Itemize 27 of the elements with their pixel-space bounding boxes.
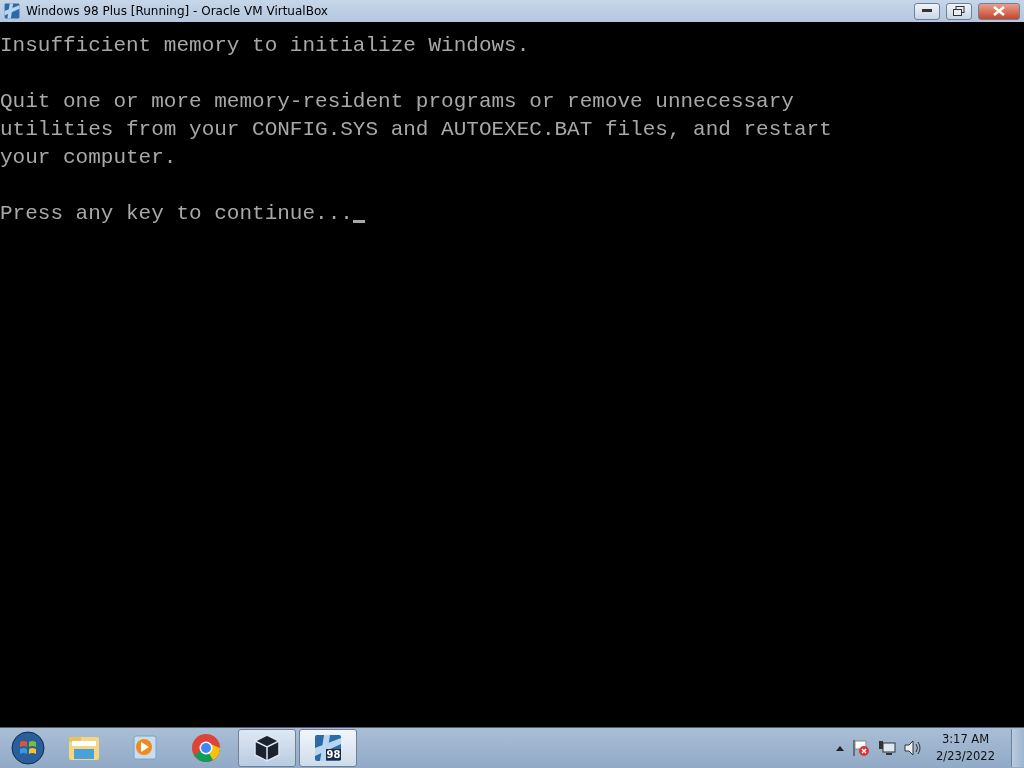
- chrome-icon: [191, 733, 221, 763]
- taskbar-button[interactable]: 98: [299, 729, 357, 767]
- restore-button[interactable]: [946, 2, 972, 20]
- console-line: Quit one or more memory-resident programs or remove unnecessary: [0, 89, 794, 115]
- close-button[interactable]: [978, 2, 1020, 20]
- console-line: Press any key to continue...: [0, 200, 365, 228]
- restore-icon: [953, 6, 965, 16]
- console-line: your computer.: [0, 145, 177, 171]
- vm-icon: 98: [314, 734, 342, 762]
- media-player-icon: [131, 735, 159, 761]
- minimize-button[interactable]: [914, 2, 940, 20]
- minimize-icon: [922, 9, 932, 13]
- app-icon: [4, 3, 20, 19]
- taskbar-button[interactable]: [238, 729, 296, 767]
- cube-icon: [253, 733, 281, 763]
- folder-icon: [68, 734, 100, 762]
- clock-time: 3:17 AM: [941, 731, 990, 748]
- window-title: Windows 98 Plus [Running] - Oracle VM VirtualBox: [26, 4, 329, 18]
- flag-icon[interactable]: [852, 739, 871, 757]
- clock[interactable]: 3:17 AM 2/23/2022: [936, 731, 995, 765]
- close-icon: [993, 6, 1005, 16]
- show-hidden-icons-icon[interactable]: [836, 745, 845, 751]
- network-icon[interactable]: [878, 740, 897, 756]
- console-line: utilities from your CONFIG.SYS and AUTOEXEC.BAT files, and restart: [0, 117, 832, 143]
- clock-date: 2/23/2022: [936, 748, 995, 765]
- speaker-icon[interactable]: [904, 740, 923, 756]
- console-line: Insufficient memory to initialize Windows.: [0, 33, 530, 59]
